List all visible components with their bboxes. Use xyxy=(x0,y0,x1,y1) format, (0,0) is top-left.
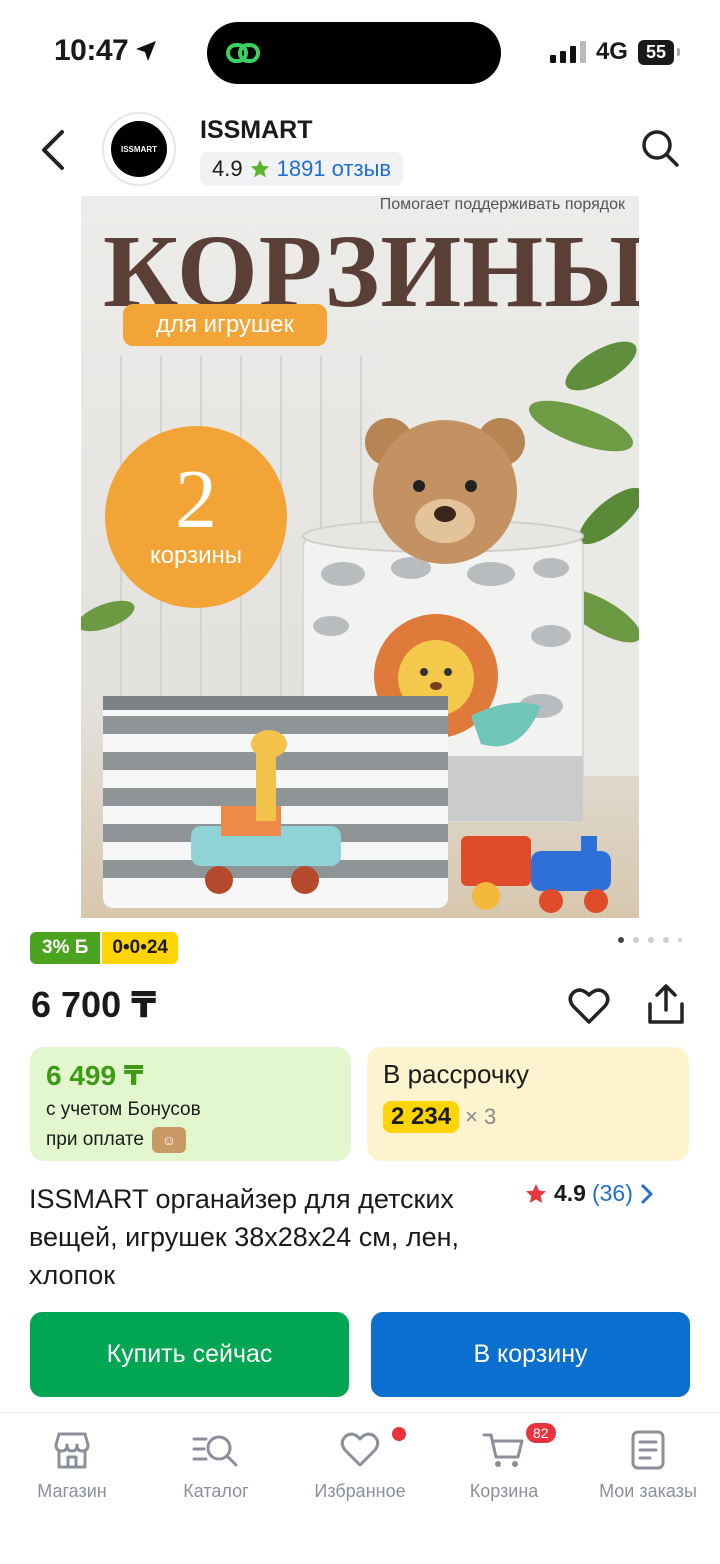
network-type: 4G xyxy=(595,38,628,65)
product-price: 6 700 ₸ xyxy=(31,984,157,1025)
status-indicators: 4G 55 xyxy=(549,38,681,66)
battery-icon: 55 xyxy=(637,39,681,65)
bonus-note-line1: с учетом Бонусов xyxy=(46,1099,201,1120)
nav-item-orders[interactable]: Мои заказы xyxy=(576,1429,720,1502)
product-rating-value: 4.9 xyxy=(554,1180,586,1206)
carousel-dot xyxy=(678,938,682,942)
bonus-note-line2: при оплате ☺ xyxy=(46,1127,186,1153)
seller-logo[interactable]: ISSMART xyxy=(102,112,176,186)
add-to-cart-button[interactable]: В корзину xyxy=(371,1312,690,1397)
nav-label: Магазин xyxy=(37,1481,107,1501)
star-icon xyxy=(526,1183,546,1203)
favorites-notification-dot xyxy=(392,1427,406,1441)
store-header: ISSMART ISSMART 4.9 1891 отзыв xyxy=(0,100,720,196)
promo-badges: 3% Б 0•0•24 xyxy=(30,932,178,964)
seller-logo-text: ISSMART xyxy=(111,121,167,177)
orders-icon xyxy=(631,1430,665,1470)
installment-amount: 2 234 xyxy=(383,1101,460,1133)
signal-icon xyxy=(549,41,586,63)
seller-rating-chip[interactable]: 4.9 1891 отзыв xyxy=(200,152,404,186)
star-icon xyxy=(250,159,269,178)
bonus-price-card[interactable]: 6 499 ₸ с учетом Бонусов при оплате ☺ xyxy=(30,1047,351,1161)
nav-item-favorites[interactable]: Избранное xyxy=(288,1427,432,1502)
shop-icon xyxy=(54,1432,90,1469)
status-time: 10:47 xyxy=(54,34,158,68)
nav-label: Избранное xyxy=(314,1481,406,1501)
search-icon[interactable] xyxy=(640,128,680,168)
nav-item-cart[interactable]: 82 Корзина xyxy=(432,1423,576,1502)
heart-icon xyxy=(340,1432,380,1467)
cart-count-badge: 82 xyxy=(526,1423,556,1443)
buy-now-button[interactable]: Купить сейчас xyxy=(30,1312,349,1397)
carousel-dot xyxy=(633,937,639,943)
nav-item-shop[interactable]: Магазин xyxy=(0,1429,144,1502)
installment-title: В рассрочку xyxy=(383,1059,530,1089)
link-icon xyxy=(226,43,260,63)
bonus-price: 6 499 ₸ xyxy=(46,1060,144,1091)
nav-label: Мои заказы xyxy=(599,1481,697,1501)
product-title: ISSMART органайзер для детских вещей, иг… xyxy=(29,1184,460,1290)
image-set-word: корзины xyxy=(149,542,243,569)
back-icon[interactable] xyxy=(36,128,72,172)
favorite-heart-icon[interactable] xyxy=(568,986,610,1026)
image-set-number: 2 xyxy=(175,453,217,546)
dynamic-island xyxy=(207,22,501,84)
nav-item-catalog[interactable]: Каталог xyxy=(144,1429,288,1502)
nav-label: Корзина xyxy=(469,1481,539,1501)
status-bar: 10:47 4G 55 xyxy=(0,0,720,100)
carousel-dot xyxy=(618,937,624,943)
carousel-dot xyxy=(663,937,669,943)
share-icon[interactable] xyxy=(646,982,686,1026)
product-rating[interactable]: 4.9 (36) xyxy=(524,1180,655,1207)
seller-name[interactable]: ISSMART xyxy=(200,116,313,145)
cashback-badge: 3% Б xyxy=(30,932,101,964)
payment-method-icon: ☺ xyxy=(151,1127,186,1153)
catalog-icon xyxy=(192,1435,238,1467)
installment-multiplier: × 3 xyxy=(465,1104,497,1129)
carousel-indicator xyxy=(618,937,682,943)
product-reviews-count: (36) xyxy=(591,1180,633,1206)
nav-label: Каталог xyxy=(183,1481,249,1501)
installment-badge: 0•0•24 xyxy=(102,932,178,964)
product-image[interactable]: Помогает поддерживать порядок КОРЗИНЫ дл… xyxy=(81,196,639,918)
installment-amount-row: 2 234 × 3 xyxy=(383,1101,496,1133)
image-badge: для игрушек xyxy=(123,304,327,346)
seller-reviews-link[interactable]: 1891 отзыв xyxy=(277,156,391,182)
cart-icon xyxy=(482,1433,524,1467)
installment-card[interactable]: В рассрочку 2 234 × 3 xyxy=(367,1047,689,1161)
location-arrow-icon xyxy=(136,41,157,61)
image-set-circle: 2 корзины xyxy=(105,426,287,608)
seller-rating-value: 4.9 xyxy=(212,156,243,181)
chevron-right-icon xyxy=(641,1184,653,1203)
bottom-nav: Магазин Каталог Избранное 82 Корзина Мои… xyxy=(0,1412,720,1564)
carousel-dot xyxy=(648,937,654,943)
